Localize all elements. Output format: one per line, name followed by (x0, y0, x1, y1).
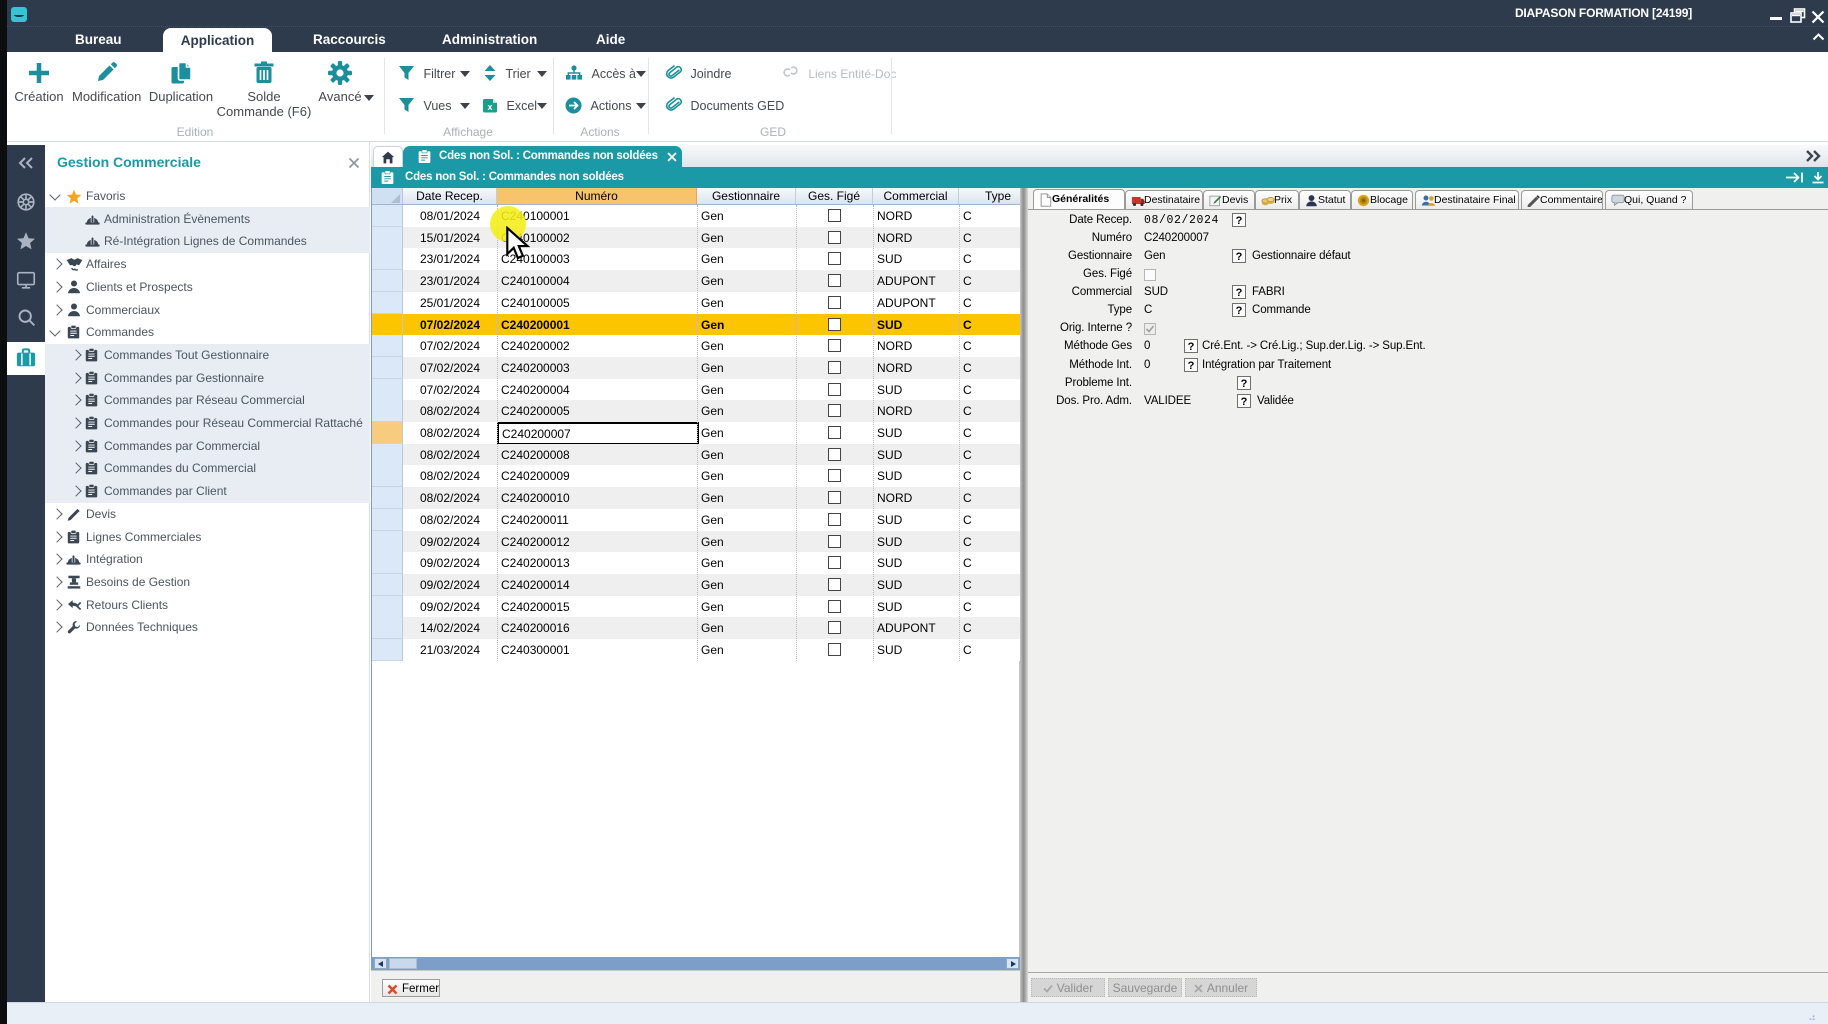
svg-text:x: x (488, 102, 493, 112)
